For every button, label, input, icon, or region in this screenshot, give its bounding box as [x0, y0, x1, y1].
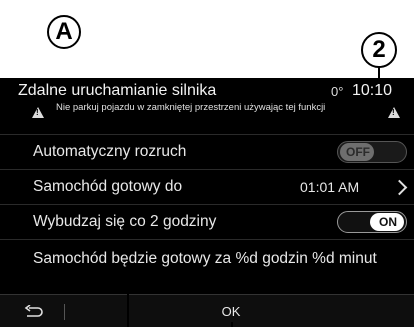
- clock: 10:10: [352, 82, 393, 99]
- chevron-right-icon[interactable]: [391, 179, 408, 195]
- ready-time-row[interactable]: Samochód gotowy do 01:01 AM: [0, 169, 414, 204]
- bottom-action-bar: OK: [0, 294, 414, 327]
- warning-message: Nie parkuj pojazdu w zamkniętej przestrz…: [56, 102, 326, 113]
- toggle-state-label: ON: [379, 215, 397, 229]
- callout-marker-2: 2: [361, 32, 397, 68]
- ready-countdown-text: Samochód będzie gotowy za %d godzin %d m…: [33, 249, 377, 267]
- auto-start-row[interactable]: Automatyczny rozruch OFF: [0, 134, 414, 169]
- auto-start-label: Automatyczny rozruch: [33, 143, 187, 160]
- warning-triangle-icon: [388, 107, 400, 118]
- ready-time-value: 01:01 AM: [300, 179, 360, 195]
- toggle-state-label: OFF: [346, 145, 370, 159]
- auto-start-toggle[interactable]: OFF: [337, 141, 407, 163]
- callout-leader-line: [231, 322, 233, 327]
- infotainment-screen: Zdalne uruchamianie silnika 0° 10:10 Nie…: [0, 78, 414, 327]
- ready-time-label: Samochód gotowy do: [33, 178, 183, 195]
- outside-temperature: 0°: [331, 84, 344, 99]
- divider: [64, 304, 65, 320]
- ready-countdown-row: Samochód będzie gotowy za %d godzin %d m…: [0, 239, 414, 277]
- page-title: Zdalne uruchamianie silnika: [18, 82, 217, 99]
- back-arrow-icon[interactable]: [24, 305, 44, 319]
- wake-every-2h-row[interactable]: Wybudzaj się co 2 godziny ON: [0, 204, 414, 239]
- warning-triangle-icon: [32, 107, 44, 118]
- wake-every-2h-label: Wybudzaj się co 2 godziny: [33, 213, 217, 230]
- ok-button[interactable]: OK: [208, 299, 254, 323]
- wake-every-2h-toggle[interactable]: ON: [337, 211, 407, 233]
- callout-leader-line: [127, 292, 129, 327]
- callout-marker-a: A: [47, 15, 81, 49]
